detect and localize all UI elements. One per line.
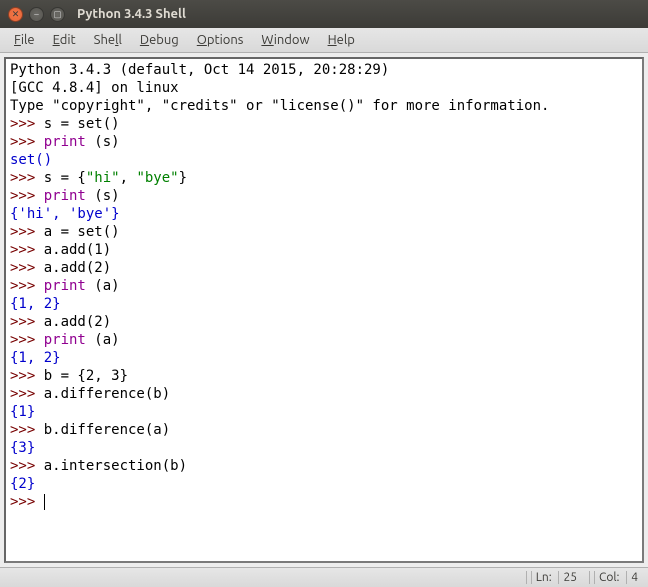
output-line: {1}: [10, 404, 35, 420]
prompt: >>>: [10, 242, 44, 258]
status-line: Ln: 25: [526, 571, 585, 584]
menu-debug[interactable]: Debug: [132, 31, 187, 49]
statusbar: Ln: 25 Col: 4: [0, 567, 648, 587]
code-line: b.difference(a): [44, 422, 170, 438]
code-string: "hi": [86, 170, 120, 186]
close-icon[interactable]: ✕: [8, 7, 23, 22]
prompt: >>>: [10, 494, 44, 510]
code-line: }: [179, 170, 187, 186]
prompt: >>>: [10, 224, 44, 240]
status-col: Col: 4: [589, 571, 646, 584]
code-builtin: print: [44, 188, 86, 204]
output-line: {1, 2}: [10, 296, 61, 312]
code-line: a = set(): [44, 224, 120, 240]
window-title: Python 3.4.3 Shell: [77, 7, 186, 21]
code-line: a.add(1): [44, 242, 111, 258]
output-line: {1, 2}: [10, 350, 61, 366]
prompt: >>>: [10, 170, 44, 186]
menubar: File Edit Shell Debug Options Window Hel…: [0, 28, 648, 53]
menu-shell[interactable]: Shell: [86, 31, 130, 49]
content-wrap: Python 3.4.3 (default, Oct 14 2015, 20:2…: [0, 53, 648, 567]
code-line: ,: [120, 170, 137, 186]
prompt: >>>: [10, 188, 44, 204]
banner-line: Type "copyright", "credits" or "license(…: [10, 98, 549, 114]
prompt: >>>: [10, 332, 44, 348]
code-builtin: print: [44, 332, 86, 348]
prompt: >>>: [10, 134, 44, 150]
output-line: set(): [10, 152, 52, 168]
code-line: a.intersection(b): [44, 458, 187, 474]
menu-help[interactable]: Help: [320, 31, 363, 49]
prompt: >>>: [10, 386, 44, 402]
window-controls: ✕ – ▢: [8, 7, 65, 22]
banner-line: Python 3.4.3 (default, Oct 14 2015, 20:2…: [10, 62, 398, 78]
prompt: >>>: [10, 278, 44, 294]
prompt: >>>: [10, 314, 44, 330]
status-ln-label: Ln:: [531, 571, 559, 584]
prompt: >>>: [10, 458, 44, 474]
prompt: >>>: [10, 422, 44, 438]
maximize-icon[interactable]: ▢: [50, 7, 65, 22]
code-line: b = {2, 3}: [44, 368, 128, 384]
menu-file[interactable]: File: [6, 31, 43, 49]
output-line: {3}: [10, 440, 35, 456]
code-string: "bye": [136, 170, 178, 186]
prompt: >>>: [10, 368, 44, 384]
status-ln-value: 25: [558, 571, 581, 584]
prompt: >>>: [10, 116, 44, 132]
code-line: (s): [86, 134, 120, 150]
cursor-icon: [44, 494, 45, 510]
menu-edit[interactable]: Edit: [45, 31, 84, 49]
code-line: (s): [86, 188, 120, 204]
menu-window[interactable]: Window: [253, 31, 317, 49]
output-line: {2}: [10, 476, 35, 492]
code-line: a.add(2): [44, 314, 111, 330]
code-line: s = {: [44, 170, 86, 186]
status-col-label: Col:: [594, 571, 626, 584]
prompt: >>>: [10, 260, 44, 276]
code-line: (a): [86, 278, 120, 294]
terminal[interactable]: Python 3.4.3 (default, Oct 14 2015, 20:2…: [4, 57, 644, 563]
code-line: s = set(): [44, 116, 120, 132]
titlebar: ✕ – ▢ Python 3.4.3 Shell: [0, 0, 648, 28]
minimize-icon[interactable]: –: [29, 7, 44, 22]
banner-line: [GCC 4.8.4] on linux: [10, 80, 179, 96]
code-builtin: print: [44, 278, 86, 294]
menu-options[interactable]: Options: [189, 31, 252, 49]
code-builtin: print: [44, 134, 86, 150]
status-col-value: 4: [626, 571, 642, 584]
output-line: {'hi', 'bye'}: [10, 206, 120, 222]
code-line: a.difference(b): [44, 386, 170, 402]
code-line: (a): [86, 332, 120, 348]
code-line: a.add(2): [44, 260, 111, 276]
